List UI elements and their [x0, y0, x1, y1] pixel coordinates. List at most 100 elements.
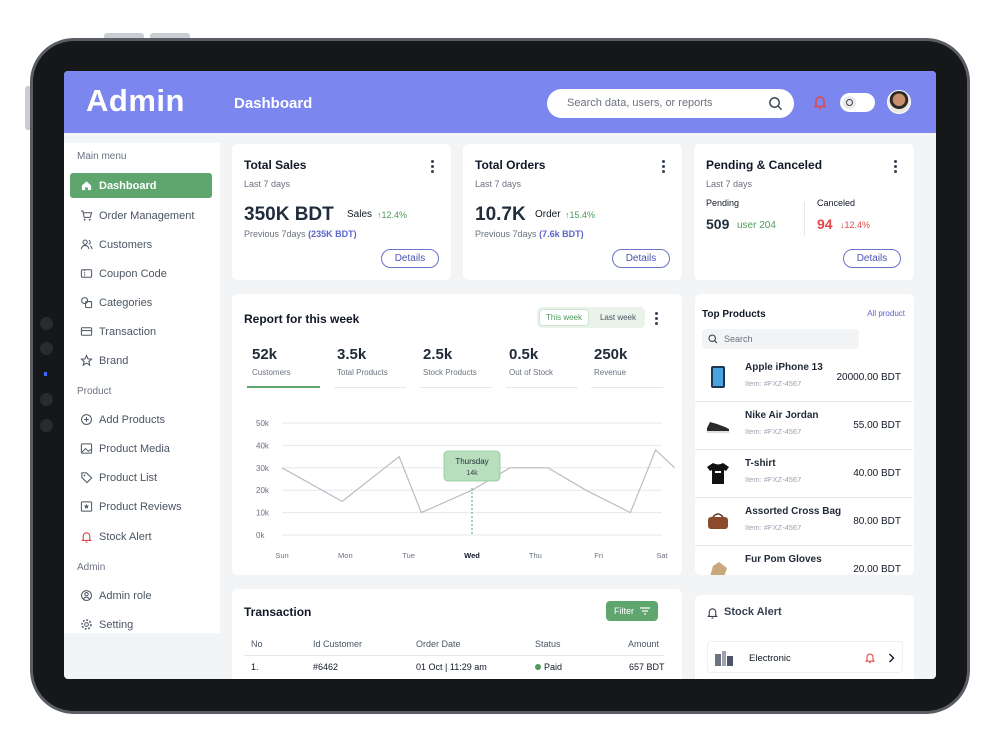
sidebar-item-categories[interactable]: Categories	[70, 290, 212, 315]
x-tick-label: Thu	[529, 551, 542, 560]
stat-customers[interactable]: 52k Customers	[252, 346, 324, 377]
stat-out-of-stock[interactable]: 0.5k Out of Stock	[509, 346, 581, 377]
column-header-status[interactable]: Status	[535, 639, 561, 649]
sidebar-item-admin-role[interactable]: Admin role	[70, 583, 212, 608]
divider	[804, 202, 805, 236]
y-tick-label: 40k	[256, 441, 270, 450]
tab-last-week[interactable]: Last week	[593, 309, 643, 326]
filter-button[interactable]: Filter	[606, 601, 658, 621]
sales-change: ↑12.4%	[377, 210, 408, 220]
card-period: Last 7 days	[244, 179, 291, 189]
avatar[interactable]	[887, 90, 911, 114]
stock-alert-label: Electronic	[749, 653, 791, 664]
y-tick-label: 0k	[256, 531, 265, 540]
sidebar-item-label: Add Products	[99, 413, 166, 426]
sidebar-item-label: Stock Alert	[99, 530, 152, 543]
total-orders-card: Total Orders Last 7 days 10.7K Order ↑15…	[463, 144, 682, 280]
stat-label: Stock Products	[423, 368, 477, 377]
more-icon[interactable]	[655, 312, 659, 325]
pending-canceled-card: Pending & Canceled Last 7 days Pending 5…	[694, 144, 914, 280]
product-name: Fur Pom Gloves	[745, 554, 822, 565]
canceled-value: 94	[817, 216, 833, 232]
sidebar-item-brand[interactable]: Brand	[70, 348, 212, 373]
more-icon[interactable]	[662, 160, 666, 173]
image-icon	[80, 443, 93, 454]
stat-label: Customers	[252, 368, 291, 377]
x-tick-label: Wed	[464, 551, 480, 560]
all-product-link[interactable]: All product	[867, 309, 905, 318]
stock-alert-item[interactable]: Electronic	[707, 641, 903, 673]
home-icon	[81, 181, 92, 191]
sidebar-item-product-media[interactable]: Product Media	[70, 436, 212, 461]
tab-this-week[interactable]: This week	[539, 309, 589, 326]
screen: Admin Dashboard Search data, users, or r…	[64, 71, 936, 679]
sidebar-item-product-reviews[interactable]: Product Reviews	[70, 494, 212, 519]
stat-divider	[420, 387, 492, 388]
chevron-right-icon[interactable]	[888, 653, 895, 663]
sales-label: Sales	[347, 209, 373, 220]
details-button[interactable]: Details	[612, 249, 670, 268]
product-search-input[interactable]: Search	[702, 329, 859, 349]
search-input[interactable]: Search data, users, or reports	[547, 89, 794, 118]
tooltip-value: 14k	[466, 470, 478, 477]
product-row[interactable]: T-shirt Item: #FXZ-4567 40.00 BDT	[695, 450, 913, 498]
sidebar-item-setting[interactable]: Setting	[70, 612, 212, 637]
cell-id-customer: #6462	[313, 662, 339, 672]
product-row[interactable]: Assorted Cross Bag Item: #FXZ-4567 80.00…	[695, 498, 913, 546]
product-price: 40.00 BDT	[853, 468, 901, 479]
tooltip-day: Thursday	[455, 457, 488, 466]
notification-bell-icon[interactable]	[812, 94, 828, 110]
status-dot	[535, 664, 541, 670]
card-title: Total Sales	[244, 158, 307, 172]
sidebar-item-dashboard[interactable]: Dashboard	[70, 173, 212, 198]
ticket-icon	[80, 269, 93, 278]
sidebar-item-transaction[interactable]: Transaction	[70, 319, 212, 344]
card-title: Top Products	[702, 309, 766, 320]
product-id: Item: #FXZ-4567	[745, 475, 802, 484]
stat-value: 52k	[252, 346, 278, 363]
bell-alert-icon[interactable]	[864, 651, 876, 664]
transaction-card: Transaction Filter No Id Customer Order …	[232, 589, 682, 679]
product-row[interactable]: Apple iPhone 13 Item: #FXZ-4567 20000.00…	[695, 354, 913, 402]
product-name: Assorted Cross Bag	[745, 506, 842, 517]
y-tick-label: 20k	[256, 486, 270, 495]
column-header-no[interactable]: No	[251, 639, 263, 649]
sidebar-item-stock-alert[interactable]: Stock Alert	[70, 524, 212, 549]
x-tick-label: Mon	[338, 551, 353, 560]
product-row[interactable]: Fur Pom Gloves 20.00 BDT	[695, 546, 913, 575]
sidebar-item-label: Admin role	[99, 589, 152, 602]
search-icon[interactable]	[768, 96, 783, 111]
product-row[interactable]: Nike Air Jordan Item: #FXZ-4567 55.00 BD…	[695, 402, 913, 450]
stat-total-products[interactable]: 3.5k Total Products	[337, 346, 409, 377]
sidebar-item-add-products[interactable]: Add Products	[70, 407, 212, 432]
sales-previous: Previous 7days (235K BDT)	[244, 229, 357, 239]
sidebar-item-product-list[interactable]: Product List	[70, 465, 212, 490]
stat-stock-products[interactable]: 2.5k Stock Products	[423, 346, 495, 377]
card-title: Report for this week	[244, 312, 360, 326]
theme-toggle[interactable]	[840, 93, 875, 112]
more-icon[interactable]	[894, 160, 898, 173]
sidebar-item-label: Customers	[99, 238, 153, 251]
sun-icon	[846, 99, 853, 106]
stat-divider	[334, 387, 406, 388]
details-button[interactable]: Details	[843, 249, 901, 268]
column-header-order-date[interactable]: Order Date	[416, 639, 461, 649]
orders-label: Order	[535, 209, 561, 220]
stat-revenue[interactable]: 250k Revenue	[594, 346, 666, 377]
brand-logo[interactable]: Admin	[86, 83, 185, 119]
product-name: Nike Air Jordan	[745, 410, 819, 421]
users-icon	[80, 239, 93, 250]
bell-icon	[81, 532, 92, 543]
gloves-icon	[710, 562, 727, 575]
pending-user: user 204	[737, 220, 776, 231]
more-icon[interactable]	[431, 160, 435, 173]
column-header-amount[interactable]: Amount	[628, 639, 659, 649]
sidebar-item-label: Setting	[99, 618, 134, 631]
stat-divider	[591, 387, 663, 388]
sidebar-item-order-management[interactable]: Order Management	[70, 203, 212, 228]
details-button[interactable]: Details	[381, 249, 439, 268]
stat-label: Total Products	[337, 368, 388, 377]
sidebar-item-customers[interactable]: Customers	[70, 232, 212, 257]
column-header-id-customer[interactable]: Id Customer	[313, 639, 362, 649]
sidebar-item-coupon-code[interactable]: Coupon Code	[70, 261, 212, 286]
